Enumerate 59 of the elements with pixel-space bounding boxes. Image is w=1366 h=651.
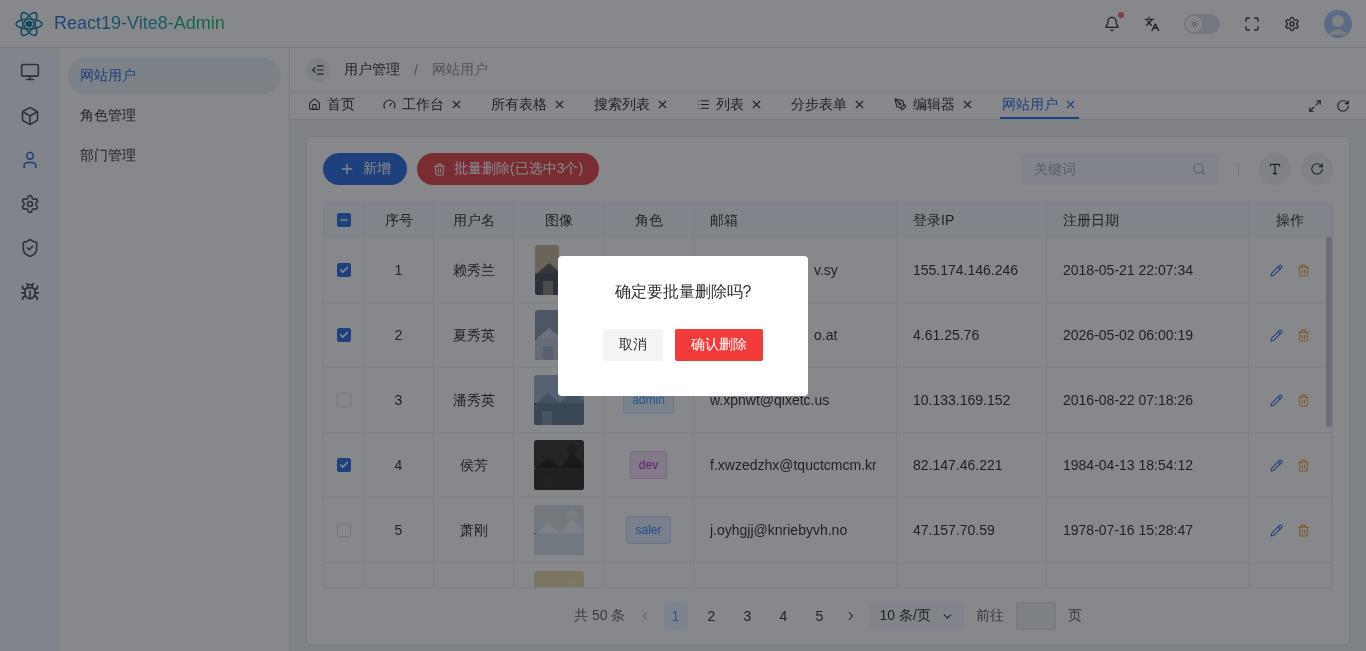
- table-cell-text: 1978-07-16 15:28:47: [1063, 521, 1193, 540]
- table-cell-text: 4: [394, 456, 403, 475]
- page-tab[interactable]: 分步表单: [789, 92, 868, 119]
- table-cell-text: j.oyhgjj@knriebyvh.no: [710, 521, 848, 540]
- page-tab[interactable]: 工作台: [381, 92, 465, 119]
- page-suffix: 页: [1067, 607, 1082, 625]
- table-cell-text: 赖秀兰: [452, 261, 495, 280]
- batch-delete-button[interactable]: 批量删除(已选中3个): [417, 153, 600, 185]
- column-header: 邮箱: [710, 211, 738, 230]
- total-count: 共 50 条: [574, 607, 626, 625]
- column-header: 登录IP: [913, 211, 955, 230]
- column-header: 图像: [544, 211, 573, 230]
- dialog-message: 确定要批量删除吗?: [614, 281, 752, 302]
- table-cell-text: 萧刚: [459, 521, 488, 540]
- submenu-item[interactable]: 网站用户: [68, 58, 281, 94]
- cancel-button[interactable]: 取消: [603, 328, 663, 361]
- table-cell-text: 1: [394, 261, 403, 280]
- page-tab[interactable]: 网站用户: [1000, 92, 1079, 119]
- page-size-select[interactable]: 10 条/页: [869, 602, 964, 630]
- page-tab[interactable]: 编辑器: [892, 92, 976, 119]
- page-button[interactable]: 3: [735, 602, 760, 630]
- page-button[interactable]: 2: [699, 602, 724, 630]
- table-cell-text: 10.133.169.152: [913, 391, 1011, 410]
- column-header: 操作: [1276, 211, 1304, 230]
- breadcrumb-item[interactable]: 用户管理: [344, 60, 400, 79]
- table-cell-text: 47.157.70.59: [913, 521, 995, 540]
- page-tab[interactable]: 所有表格: [489, 92, 568, 119]
- page-tab[interactable]: 列表: [695, 92, 765, 119]
- table-cell-text: w.xpnwt@qixetc.us: [710, 391, 830, 410]
- page-button[interactable]: 5: [807, 602, 832, 630]
- table-cell-text: 2: [394, 326, 403, 345]
- add-button[interactable]: 新增: [323, 153, 407, 185]
- column-header: 角色: [634, 211, 663, 230]
- table-cell-text: 155.174.146.246: [913, 261, 1019, 280]
- table-cell-text: 2016-08-22 07:18:26: [1063, 391, 1193, 410]
- confirm-delete-button[interactable]: 确认删除: [675, 328, 763, 361]
- table-cell-text: 夏秀英: [452, 326, 495, 345]
- table-cell-text: 2018-05-21 22:07:34: [1063, 261, 1193, 280]
- table-cell-text: f.xwzedzhx@tquctcmcm.kr: [710, 456, 877, 475]
- table-cell-text: 4.61.25.76: [913, 326, 980, 345]
- page-tab[interactable]: 搜索列表: [592, 92, 671, 119]
- goto-label: 前往: [975, 607, 1004, 625]
- column-header: 用户名: [452, 211, 495, 230]
- table-cell-text: o.at: [814, 326, 838, 345]
- column-header: 序号: [384, 211, 413, 230]
- submenu-item[interactable]: 部门管理: [68, 138, 281, 174]
- page-button[interactable]: 4: [771, 602, 796, 630]
- submenu-item[interactable]: 角色管理: [68, 98, 281, 134]
- table-cell-text: 2026-05-02 06:00:19: [1063, 326, 1193, 345]
- table-cell-text: v.sy: [814, 261, 838, 280]
- page-tab[interactable]: 首页: [306, 92, 357, 119]
- column-header: 注册日期: [1063, 211, 1119, 230]
- table-cell-text: 5: [394, 521, 403, 540]
- table-cell-text: 82.147.46.221: [913, 456, 1003, 475]
- breadcrumb-separator: /: [414, 61, 418, 78]
- table-cell-text: 潘秀英: [452, 391, 495, 410]
- table-cell-text: 1984-04-13 18:54:12: [1063, 456, 1193, 475]
- table-cell-text: 3: [394, 391, 403, 410]
- table-cell-text: 侯芳: [459, 456, 488, 475]
